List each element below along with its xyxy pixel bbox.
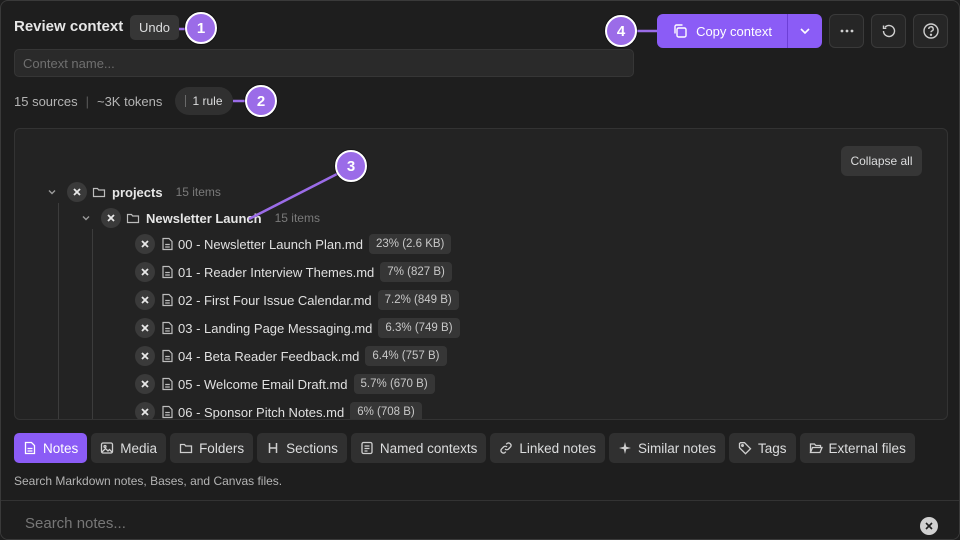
review-context-panel: Review context Undo 15 sources | ~3K tok… (0, 0, 960, 540)
callout-line-3 (248, 171, 340, 221)
callout-badge-4: 4 (605, 15, 637, 47)
callout-badge-3: 3 (335, 150, 367, 182)
callout-lines (179, 27, 657, 221)
callout-badge-1: 1 (185, 12, 217, 44)
callout-badge-2: 2 (245, 85, 277, 117)
